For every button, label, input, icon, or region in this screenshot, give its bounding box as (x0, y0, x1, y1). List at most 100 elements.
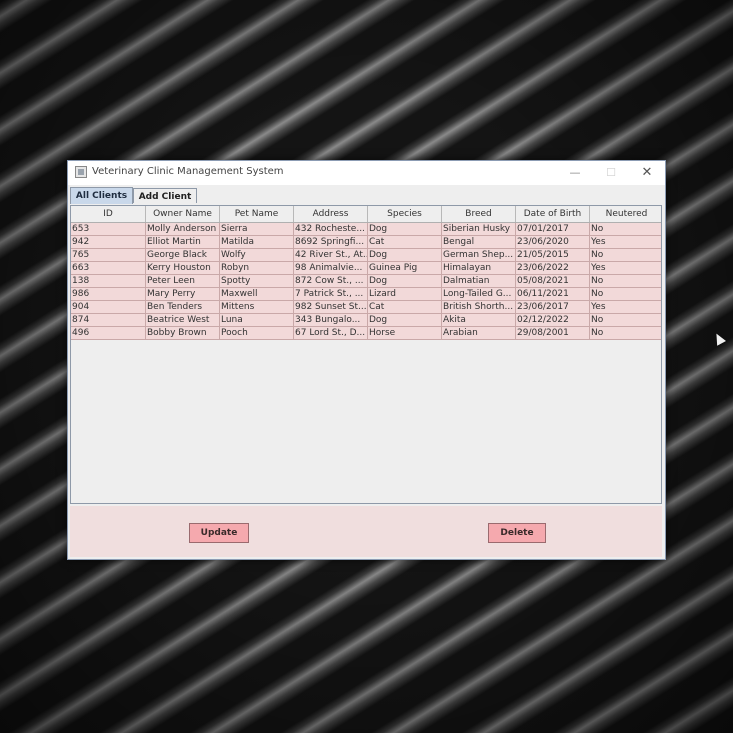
cell-date-of-birth[interactable]: 21/05/2015 (516, 249, 590, 262)
cell-address[interactable]: 432 Rocheste... (294, 223, 368, 236)
cell-breed[interactable]: German Shep... (442, 249, 516, 262)
table-row[interactable]: 904 Ben Tenders Mittens 982 Sunset St...… (71, 301, 661, 314)
cell-date-of-birth[interactable]: 23/06/2022 (516, 262, 590, 275)
table-row[interactable]: 942 Elliot Martin Matilda 8692 Springfi.… (71, 236, 661, 249)
cell-pet-name[interactable]: Mittens (220, 301, 294, 314)
table-row[interactable]: 138 Peter Leen Spotty 872 Cow St., ... D… (71, 275, 661, 288)
cell-breed[interactable]: Siberian Husky (442, 223, 516, 236)
clients-table-scrollpane[interactable]: ID Owner Name Pet Name Address Species B… (70, 205, 662, 504)
cell-owner-name[interactable]: Kerry Houston (146, 262, 220, 275)
cell-date-of-birth[interactable]: 23/06/2020 (516, 236, 590, 249)
cell-id[interactable]: 904 (71, 301, 146, 314)
app-window: Veterinary Clinic Management System — ☐ … (67, 160, 666, 560)
cell-date-of-birth[interactable]: 05/08/2021 (516, 275, 590, 288)
cell-id[interactable]: 986 (71, 288, 146, 301)
column-header-id[interactable]: ID (71, 206, 146, 222)
cell-date-of-birth[interactable]: 23/06/2017 (516, 301, 590, 314)
table-row[interactable]: 496 Bobby Brown Pooch 67 Lord St., D... … (71, 327, 661, 340)
cell-date-of-birth[interactable]: 06/11/2021 (516, 288, 590, 301)
cell-pet-name[interactable]: Robyn (220, 262, 294, 275)
cell-neutered[interactable]: No (590, 275, 661, 288)
cell-neutered[interactable]: No (590, 249, 661, 262)
column-header-date-of-birth[interactable]: Date of Birth (516, 206, 590, 222)
cell-species[interactable]: Cat (368, 301, 442, 314)
column-header-species[interactable]: Species (368, 206, 442, 222)
cell-address[interactable]: 42 River St., At... (294, 249, 368, 262)
table-header: ID Owner Name Pet Name Address Species B… (71, 206, 661, 223)
cell-owner-name[interactable]: Molly Anderson (146, 223, 220, 236)
title-bar[interactable]: Veterinary Clinic Management System — ☐ … (68, 161, 665, 185)
column-header-pet-name[interactable]: Pet Name (220, 206, 294, 222)
column-header-breed[interactable]: Breed (442, 206, 516, 222)
cell-breed[interactable]: Himalayan (442, 262, 516, 275)
cell-neutered[interactable]: No (590, 223, 661, 236)
table-row[interactable]: 765 George Black Wolfy 42 River St., At.… (71, 249, 661, 262)
cell-pet-name[interactable]: Maxwell (220, 288, 294, 301)
cell-id[interactable]: 653 (71, 223, 146, 236)
cell-date-of-birth[interactable]: 02/12/2022 (516, 314, 590, 327)
cell-address[interactable]: 7 Patrick St., ... (294, 288, 368, 301)
column-header-owner-name[interactable]: Owner Name (146, 206, 220, 222)
cell-date-of-birth[interactable]: 29/08/2001 (516, 327, 590, 340)
tab-add-client[interactable]: Add Client (133, 188, 197, 203)
cell-owner-name[interactable]: Mary Perry (146, 288, 220, 301)
cell-owner-name[interactable]: Peter Leen (146, 275, 220, 288)
cell-owner-name[interactable]: Bobby Brown (146, 327, 220, 340)
cell-pet-name[interactable]: Luna (220, 314, 294, 327)
cell-neutered[interactable]: Yes (590, 301, 661, 314)
cell-address[interactable]: 67 Lord St., D... (294, 327, 368, 340)
maximize-icon[interactable]: ☐ (593, 161, 629, 185)
tab-all-clients[interactable]: All Clients (70, 187, 133, 204)
minimize-icon[interactable]: — (557, 161, 593, 185)
cell-species[interactable]: Dog (368, 249, 442, 262)
cell-id[interactable]: 138 (71, 275, 146, 288)
cell-owner-name[interactable]: George Black (146, 249, 220, 262)
delete-button[interactable]: Delete (488, 523, 546, 543)
cell-pet-name[interactable]: Spotty (220, 275, 294, 288)
cell-neutered[interactable]: Yes (590, 262, 661, 275)
column-header-neutered[interactable]: Neutered (590, 206, 661, 222)
cell-species[interactable]: Guinea Pig (368, 262, 442, 275)
cell-id[interactable]: 663 (71, 262, 146, 275)
cell-neutered[interactable]: No (590, 288, 661, 301)
cell-species[interactable]: Lizard (368, 288, 442, 301)
cell-address[interactable]: 8692 Springfi... (294, 236, 368, 249)
cell-address[interactable]: 982 Sunset St... (294, 301, 368, 314)
cell-pet-name[interactable]: Wolfy (220, 249, 294, 262)
cell-owner-name[interactable]: Ben Tenders (146, 301, 220, 314)
table-row[interactable]: 663 Kerry Houston Robyn 98 Animalvie... … (71, 262, 661, 275)
cell-breed[interactable]: Arabian (442, 327, 516, 340)
cell-breed[interactable]: Akita (442, 314, 516, 327)
cell-species[interactable]: Dog (368, 275, 442, 288)
cell-address[interactable]: 343 Bungalo... (294, 314, 368, 327)
table-row[interactable]: 986 Mary Perry Maxwell 7 Patrick St., ..… (71, 288, 661, 301)
cell-id[interactable]: 874 (71, 314, 146, 327)
cell-owner-name[interactable]: Elliot Martin (146, 236, 220, 249)
close-icon[interactable]: ✕ (629, 161, 665, 185)
cell-pet-name[interactable]: Pooch (220, 327, 294, 340)
cell-id[interactable]: 496 (71, 327, 146, 340)
cell-address[interactable]: 872 Cow St., ... (294, 275, 368, 288)
update-button[interactable]: Update (189, 523, 249, 543)
cell-owner-name[interactable]: Beatrice West (146, 314, 220, 327)
cell-date-of-birth[interactable]: 07/01/2017 (516, 223, 590, 236)
cell-species[interactable]: Horse (368, 327, 442, 340)
cell-neutered[interactable]: No (590, 327, 661, 340)
cell-address[interactable]: 98 Animalvie... (294, 262, 368, 275)
cell-pet-name[interactable]: Matilda (220, 236, 294, 249)
cell-breed[interactable]: Bengal (442, 236, 516, 249)
cell-breed[interactable]: Long-Tailed G... (442, 288, 516, 301)
table-row[interactable]: 653 Molly Anderson Sierra 432 Rocheste..… (71, 223, 661, 236)
cell-breed[interactable]: Dalmatian (442, 275, 516, 288)
cell-neutered[interactable]: No (590, 314, 661, 327)
cell-species[interactable]: Cat (368, 236, 442, 249)
cell-pet-name[interactable]: Sierra (220, 223, 294, 236)
table-row[interactable]: 874 Beatrice West Luna 343 Bungalo... Do… (71, 314, 661, 327)
cell-id[interactable]: 942 (71, 236, 146, 249)
cell-id[interactable]: 765 (71, 249, 146, 262)
cell-breed[interactable]: British Shorth... (442, 301, 516, 314)
cell-neutered[interactable]: Yes (590, 236, 661, 249)
cell-species[interactable]: Dog (368, 314, 442, 327)
cell-species[interactable]: Dog (368, 223, 442, 236)
column-header-address[interactable]: Address (294, 206, 368, 222)
